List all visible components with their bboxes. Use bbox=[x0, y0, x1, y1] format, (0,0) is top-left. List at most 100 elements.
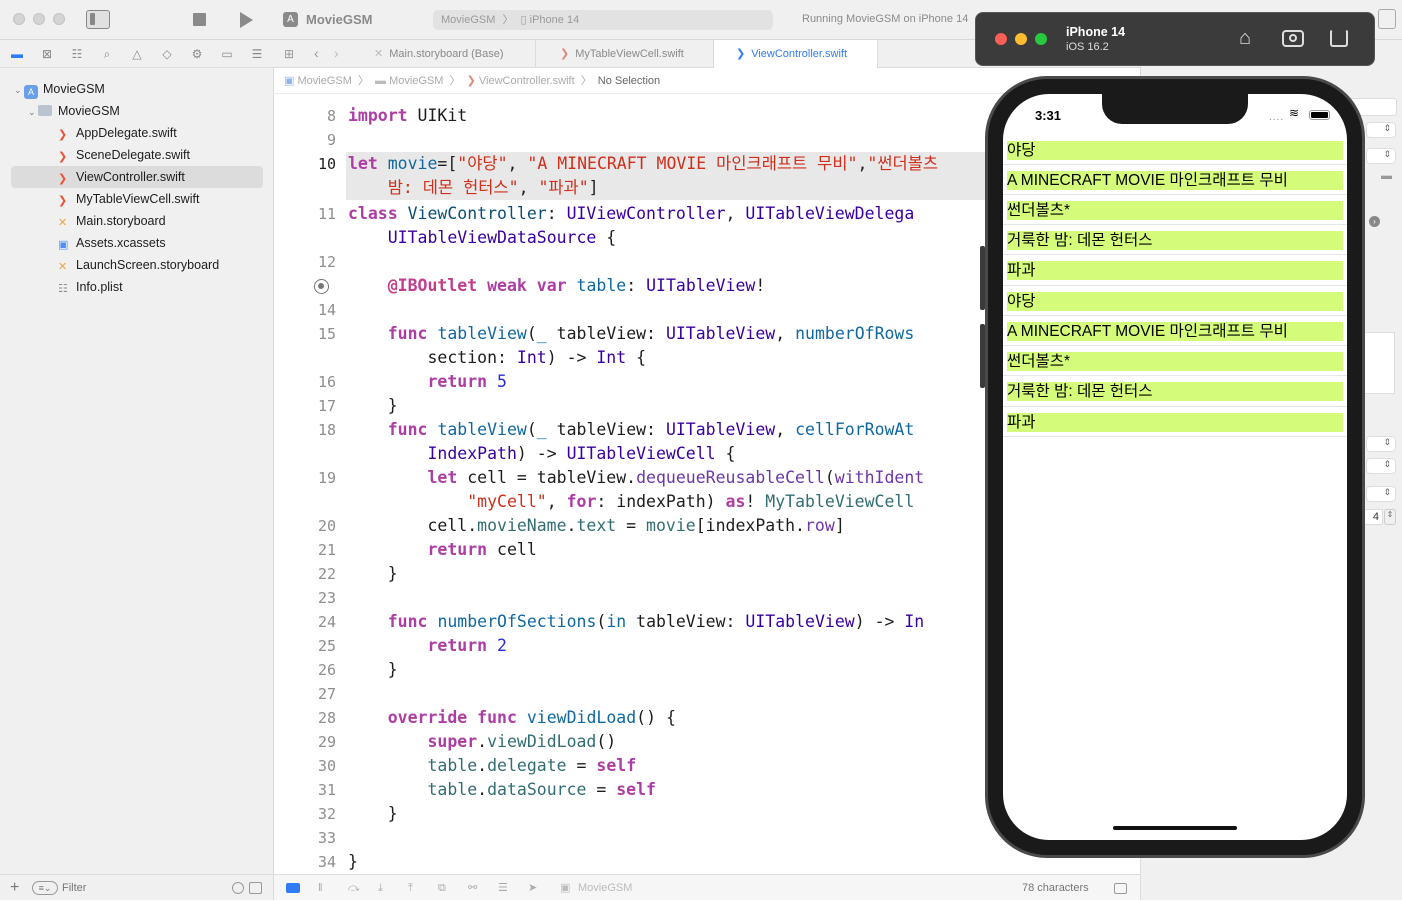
minimize-window-button[interactable] bbox=[33, 13, 45, 25]
iphone-screen[interactable]: 3:31 .... ≋ 야당 A MINECRAFT MOVIE 마인크래프트 … bbox=[1003, 94, 1347, 840]
chevron-down-icon[interactable]: ⌄ bbox=[28, 101, 38, 123]
source-control-filter-icon[interactable] bbox=[249, 882, 262, 894]
code-line[interactable]: override func viewDidLoad() { bbox=[348, 706, 676, 730]
code-line[interactable]: import UIKit bbox=[348, 104, 467, 128]
filter-options-icon[interactable]: ≡⌄ bbox=[32, 881, 58, 895]
table-cell[interactable]: A MINECRAFT MOVIE 마인크래프트 무비 bbox=[1007, 171, 1343, 190]
run-button[interactable] bbox=[240, 12, 253, 28]
inspector-popup-button[interactable]: ⇕ bbox=[1366, 122, 1396, 138]
filter-input[interactable] bbox=[62, 880, 232, 896]
code-line[interactable]: } bbox=[348, 658, 398, 682]
stop-button[interactable] bbox=[193, 13, 206, 26]
screenshot-icon[interactable] bbox=[1282, 30, 1304, 47]
back-icon[interactable]: ‹ bbox=[314, 45, 319, 61]
tree-item-file[interactable]: ✕ Main.storyboard bbox=[0, 210, 274, 232]
code-line[interactable]: func tableView(_ tableView: UITableView,… bbox=[348, 418, 915, 442]
environment-icon[interactable]: ☰ bbox=[498, 875, 508, 901]
code-line[interactable]: } bbox=[348, 394, 398, 418]
code-line[interactable]: table.delegate = self bbox=[348, 754, 636, 778]
test-icon[interactable]: ◇ bbox=[160, 47, 174, 61]
console-toggle-icon[interactable] bbox=[286, 883, 300, 893]
code-line[interactable]: IndexPath) -> UITableViewCell { bbox=[348, 442, 735, 466]
close-window-button[interactable] bbox=[13, 13, 25, 25]
forward-icon[interactable]: › bbox=[334, 45, 339, 61]
issue-icon[interactable]: △ bbox=[130, 47, 144, 61]
code-line[interactable]: cell.movieName.text = movie[indexPath.ro… bbox=[348, 514, 844, 538]
table-cell[interactable]: A MINECRAFT MOVIE 마인크래프트 무비 bbox=[1007, 322, 1343, 341]
scheme-name[interactable]: MovieGSM bbox=[441, 14, 495, 26]
inspector-stepper[interactable]: ⇕ bbox=[1384, 509, 1396, 525]
jumpbar-item[interactable]: No Selection bbox=[598, 75, 660, 87]
report-icon[interactable]: ☰ bbox=[250, 47, 264, 61]
table-cell[interactable]: 파과 bbox=[1007, 261, 1343, 280]
inspector-popup-button[interactable]: ⇕ bbox=[1366, 486, 1396, 502]
code-line[interactable]: class ViewController: UIViewController, … bbox=[348, 202, 914, 226]
tree-item-file[interactable]: ❯ SceneDelegate.swift bbox=[0, 144, 274, 166]
step-over-icon[interactable]: ⤼ bbox=[348, 875, 360, 901]
jumpbar-item[interactable]: ViewController.swift bbox=[479, 75, 575, 87]
tree-item-file[interactable]: ❯ MyTableViewCell.swift bbox=[0, 188, 274, 210]
code-line[interactable]: UITableViewDataSource { bbox=[348, 226, 617, 250]
step-out-icon[interactable]: ⤒ bbox=[408, 875, 413, 901]
jumpbar-item[interactable]: MovieGSM bbox=[297, 75, 351, 87]
table-cell[interactable]: 거룩한 밤: 데몬 헌터스 bbox=[1007, 231, 1343, 250]
add-icon[interactable]: + bbox=[10, 879, 19, 897]
home-icon[interactable]: ⌂ bbox=[1234, 27, 1256, 49]
line-number-gutter[interactable]: 8 9 10 11 12 14 15 16 17 18 19 20 21 22 … bbox=[274, 94, 336, 874]
code-line[interactable]: let movie=["야당", "A MINECRAFT MOVIE 마인크래… bbox=[348, 152, 938, 176]
code-line[interactable]: } bbox=[348, 850, 358, 874]
debug-icon[interactable]: ⚙ bbox=[190, 47, 204, 61]
tree-item-group[interactable]: ⌄ MovieGSM bbox=[0, 100, 274, 122]
inspector-popup-button[interactable]: ⇕ bbox=[1366, 458, 1396, 474]
code-line[interactable]: table.dataSource = self bbox=[348, 778, 656, 802]
code-line[interactable]: let cell = tableView.dequeueReusableCell… bbox=[348, 466, 924, 490]
inspector-popup-button[interactable]: ⇕ bbox=[1366, 148, 1396, 164]
tab-mytableviewcell[interactable]: ❯ MyTableViewCell.swift bbox=[536, 40, 714, 68]
symbol-icon[interactable]: ☷ bbox=[70, 47, 84, 61]
code-line[interactable]: @IBOutlet weak var table: UITableView! bbox=[348, 274, 766, 298]
find-icon[interactable]: ⌕ bbox=[100, 47, 114, 61]
inspector-popup-button[interactable]: ⇕ bbox=[1366, 436, 1396, 452]
tree-item-file[interactable]: ☷ Info.plist bbox=[0, 276, 274, 298]
breakpoint-icon[interactable]: ▭ bbox=[220, 47, 234, 61]
arrow-right-icon[interactable]: › bbox=[1369, 216, 1380, 227]
tree-item-file[interactable]: ✕ LaunchScreen.storyboard bbox=[0, 254, 274, 276]
scheme-destination-selector[interactable]: MovieGSM 〉 ▯ iPhone 14 bbox=[433, 10, 773, 30]
tab-viewcontroller[interactable]: ❯ ViewController.swift bbox=[714, 40, 878, 68]
code-line[interactable]: } bbox=[348, 562, 398, 586]
grid-icon[interactable]: ⊞ bbox=[284, 47, 294, 61]
inspector-toggle-icon[interactable] bbox=[1378, 9, 1396, 29]
chevron-down-icon[interactable]: ⌄ bbox=[14, 79, 24, 101]
source-control-icon[interactable]: ⊠ bbox=[40, 47, 54, 61]
rotate-icon[interactable] bbox=[1330, 29, 1348, 47]
step-into-icon[interactable]: ⤓ bbox=[378, 875, 383, 901]
memory-graph-icon[interactable]: ⚯ bbox=[468, 875, 477, 901]
code-line[interactable]: func numberOfSections(in tableView: UITa… bbox=[348, 610, 925, 634]
code-line[interactable]: func tableView(_ tableView: UITableView,… bbox=[348, 322, 915, 346]
sidebar-toggle-icon[interactable] bbox=[86, 10, 110, 29]
recent-files-icon[interactable] bbox=[232, 882, 244, 894]
location-icon[interactable]: ➤ bbox=[528, 875, 537, 901]
tree-item-file[interactable]: ▣ Assets.xcassets bbox=[0, 232, 274, 254]
destination-name[interactable]: iPhone 14 bbox=[530, 14, 580, 26]
folder-icon[interactable]: ▬ bbox=[10, 47, 24, 61]
table-cell[interactable]: 야당 bbox=[1007, 141, 1343, 160]
code-line[interactable]: return 5 bbox=[348, 370, 506, 394]
tab-main-storyboard[interactable]: ✕ Main.storyboard (Base) bbox=[364, 40, 536, 68]
pause-icon[interactable]: ‖ bbox=[318, 875, 323, 901]
outlet-connection-icon[interactable] bbox=[314, 279, 329, 294]
view-hierarchy-icon[interactable]: ⧉ bbox=[438, 875, 446, 901]
code-line[interactable]: super.viewDidLoad() bbox=[348, 730, 616, 754]
code-line[interactable]: section: Int) -> Int { bbox=[348, 346, 646, 370]
zoom-window-button[interactable] bbox=[53, 13, 65, 25]
tree-item-file-selected[interactable]: ❯ ViewController.swift bbox=[0, 166, 274, 188]
code-line[interactable]: return cell bbox=[348, 538, 536, 562]
home-indicator[interactable] bbox=[1113, 826, 1237, 830]
simulator-close-button[interactable] bbox=[995, 33, 1007, 45]
code-line[interactable]: "myCell", for: indexPath) as! MyTableVie… bbox=[348, 490, 914, 514]
simulator-minimize-button[interactable] bbox=[1015, 33, 1027, 45]
table-cell[interactable]: 거룩한 밤: 데몬 헌터스 bbox=[1007, 382, 1343, 401]
code-line[interactable]: return 2 bbox=[348, 634, 506, 658]
panel-toggle-icon[interactable] bbox=[1114, 883, 1127, 894]
table-cell[interactable]: 야당 bbox=[1007, 292, 1343, 311]
